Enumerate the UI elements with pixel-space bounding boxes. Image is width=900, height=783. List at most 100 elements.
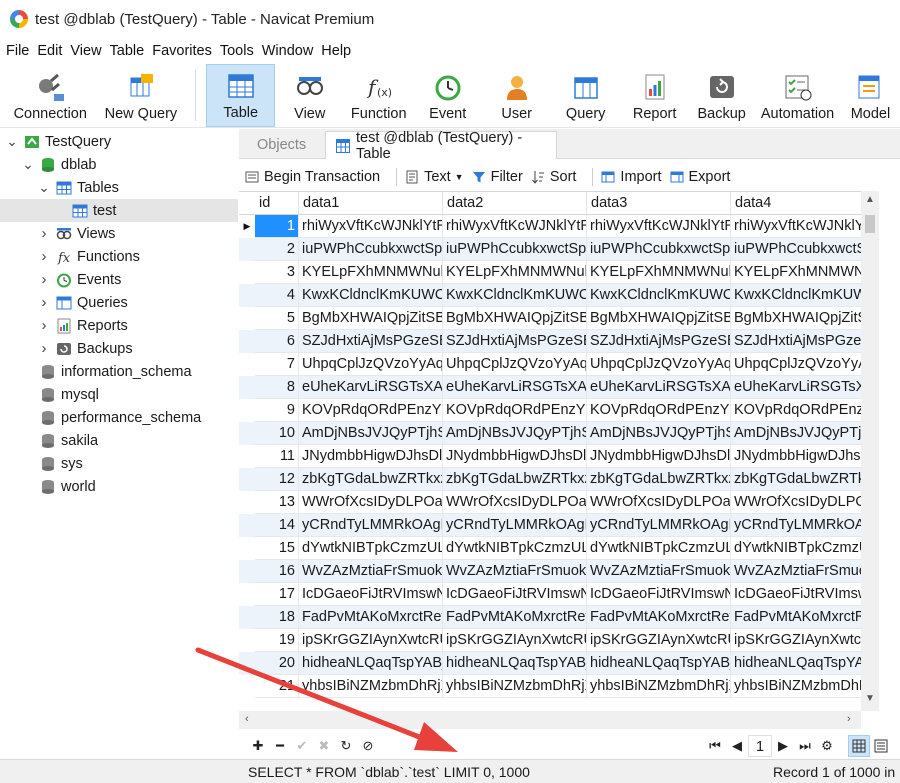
- cell-data2[interactable]: UhpqCplJzQVzoYyAqnr: [443, 353, 587, 376]
- cell-data2[interactable]: dYwtkNIBTpkCzmzULyv: [443, 537, 587, 560]
- toolbar-query-button[interactable]: Query: [551, 64, 620, 127]
- cell-data2[interactable]: KOVpRdqORdPEnzYGC: [443, 399, 587, 422]
- cell-id[interactable]: 15: [255, 537, 299, 560]
- cell-data4[interactable]: BgMbXHWAIQpjZitSBo: [731, 307, 875, 330]
- tree-item-views[interactable]: › Views: [0, 222, 238, 245]
- cell-data2[interactable]: hidheaNLQaqTspYABjl: [443, 652, 587, 675]
- cell-id[interactable]: 5: [255, 307, 299, 330]
- cell-id[interactable]: 1: [255, 215, 299, 238]
- cell-id[interactable]: 10: [255, 422, 299, 445]
- scroll-left-icon[interactable]: ‹: [245, 713, 249, 725]
- cell-data2[interactable]: JNydmbbHigwDJhsDlkd: [443, 445, 587, 468]
- scroll-right-icon[interactable]: ›: [847, 713, 851, 725]
- cell-data4[interactable]: WWrOfXcsIDyDLPOaD: [731, 491, 875, 514]
- cell-data4[interactable]: rhiWyxVftKcWJNklYtRh: [731, 215, 875, 238]
- cell-data3[interactable]: KOVpRdqORdPEnzYGC: [587, 399, 731, 422]
- tree-item-test[interactable]: test: [0, 199, 238, 222]
- cell-id[interactable]: 6: [255, 330, 299, 353]
- cell-data4[interactable]: KYELpFXhMNMWNulhw: [731, 261, 875, 284]
- cell-data1[interactable]: hidheaNLQaqTspYABjl: [299, 652, 443, 675]
- cell-data1[interactable]: FadPvMtAKoMxrctRetz: [299, 606, 443, 629]
- cell-id[interactable]: 17: [255, 583, 299, 606]
- tree-item-information_schema[interactable]: information_schema: [0, 360, 238, 383]
- table-row[interactable]: 3KYELpFXhMNMWNulhwKYELpFXhMNMWNulhwKYELp…: [239, 261, 875, 284]
- cell-data2[interactable]: iuPWPhCcubkxwctSpPW: [443, 238, 587, 261]
- cell-data4[interactable]: iuPWPhCcubkxwctSpPW: [731, 238, 875, 261]
- cell-data2[interactable]: yhbsIBiNZMzbmDhRjXe: [443, 675, 587, 698]
- cell-data1[interactable]: dYwtkNIBTpkCzmzULyv: [299, 537, 443, 560]
- table-row[interactable]: 6 SZJdHxtiAjMsPGzeSEu SZJdHxtiAjMsPGzeSEu S…: [239, 330, 875, 353]
- table-row[interactable]: 7 UhpqCplJzQVzoYyAqnr UhpqCplJzQVzoYyAqnr U…: [239, 353, 875, 376]
- cell-id[interactable]: 11: [255, 445, 299, 468]
- cell-data1[interactable]: IcDGaeoFiJtRVImswNN: [299, 583, 443, 606]
- toolbar-table-button[interactable]: Table: [206, 64, 276, 127]
- toolbar-new-query-button[interactable]: New Query: [97, 64, 186, 127]
- cell-data3[interactable]: IcDGaeoFiJtRVImswNN: [587, 583, 731, 606]
- cell-id[interactable]: 16: [255, 560, 299, 583]
- scroll-down-icon[interactable]: ▼: [864, 693, 876, 704]
- begin-transaction-button[interactable]: Begin Transaction: [245, 169, 380, 185]
- cell-data3[interactable]: rhiWyxVftKcWJNklYtRh: [587, 215, 731, 238]
- toolbar-automation-button[interactable]: Automation: [754, 64, 841, 127]
- cell-data4[interactable]: FadPvMtAKoMxrctRetz: [731, 606, 875, 629]
- cell-data3[interactable]: BgMbXHWAIQpjZitSBo: [587, 307, 731, 330]
- cell-data2[interactable]: KwxKCldnclKmKUWCm: [443, 284, 587, 307]
- cell-id[interactable]: 14: [255, 514, 299, 537]
- tree-item-sys[interactable]: sys: [0, 452, 238, 475]
- cell-id[interactable]: 13: [255, 491, 299, 514]
- menu-file[interactable]: File: [2, 43, 33, 59]
- cell-data3[interactable]: FadPvMtAKoMxrctRetz: [587, 606, 731, 629]
- scroll-up-icon[interactable]: ▲: [864, 194, 876, 205]
- menu-edit[interactable]: Edit: [33, 43, 66, 59]
- text-button[interactable]: Text ▼: [405, 169, 464, 185]
- cell-data3[interactable]: UhpqCplJzQVzoYyAqnr: [587, 353, 731, 376]
- chevron-right-icon[interactable]: ›: [38, 225, 50, 242]
- column-header-data3[interactable]: data3: [587, 192, 731, 215]
- refresh-icon[interactable]: ↻: [335, 735, 357, 757]
- chevron-right-icon[interactable]: ›: [38, 294, 50, 311]
- cell-data4[interactable]: WvZAzMztiaFrSmuoki: [731, 560, 875, 583]
- table-row[interactable]: 14yCRndTyLMMRkOAgEAlyCRndTyLMMRkOAgEAlyC…: [239, 514, 875, 537]
- cell-id[interactable]: 21: [255, 675, 299, 698]
- import-button[interactable]: Import: [601, 169, 662, 185]
- cell-data3[interactable]: hidheaNLQaqTspYABjl: [587, 652, 731, 675]
- cell-data1[interactable]: iuPWPhCcubkxwctSpPW: [299, 238, 443, 261]
- cell-data2[interactable]: zbKgTGdaLbwZRTkxzz: [443, 468, 587, 491]
- cell-id[interactable]: 9: [255, 399, 299, 422]
- cell-data4[interactable]: UhpqCplJzQVzoYyAqnr: [731, 353, 875, 376]
- cell-data2[interactable]: eUheKarvLiRSGTsXAiq: [443, 376, 587, 399]
- menu-table[interactable]: Table: [106, 43, 149, 59]
- export-button[interactable]: Export: [670, 169, 730, 185]
- cell-data4[interactable]: eUheKarvLiRSGTsXAiq: [731, 376, 875, 399]
- cell-data2[interactable]: WvZAzMztiaFrSmuoki: [443, 560, 587, 583]
- table-row[interactable]: 10AmDjNBsJVJQyPTjhSRlAmDjNBsJVJQyPTjhSRl…: [239, 422, 875, 445]
- cell-data1[interactable]: KwxKCldnclKmKUWCm: [299, 284, 443, 307]
- table-row[interactable]: 11 JNydmbbHigwDJhsDlkd JNydmbbHigwDJhsDlkd…: [239, 445, 875, 468]
- cell-data1[interactable]: JNydmbbHigwDJhsDlkd: [299, 445, 443, 468]
- table-row[interactable]: 8 eUheKarvLiRSGTsXAiq eUheKarvLiRSGTsXAiq e…: [239, 376, 875, 399]
- form-view-icon[interactable]: [870, 735, 892, 757]
- menu-favorites[interactable]: Favorites: [148, 43, 216, 59]
- cell-data1[interactable]: UhpqCplJzQVzoYyAqnr: [299, 353, 443, 376]
- tree-item-tables[interactable]: ⌄ Tables: [0, 176, 238, 199]
- tree-item-reports[interactable]: › Reports: [0, 314, 238, 337]
- cell-data1[interactable]: KOVpRdqORdPEnzYGC: [299, 399, 443, 422]
- cell-id[interactable]: 2: [255, 238, 299, 261]
- toolbar-backup-button[interactable]: Backup: [689, 64, 754, 127]
- cell-data1[interactable]: yCRndTyLMMRkOAgEAl: [299, 514, 443, 537]
- tree-item-dblab[interactable]: ⌄ dblab: [0, 153, 238, 176]
- table-row[interactable]: 16 WvZAzMztiaFrSmuoki WvZAzMztiaFrSmuoki Wv…: [239, 560, 875, 583]
- sort-button[interactable]: Sort: [531, 169, 576, 185]
- table-row[interactable]: 21 yhbsIBiNZMzbmDhRjXe yhbsIBiNZMzbmDhRjXe…: [239, 675, 875, 698]
- cell-data3[interactable]: yhbsIBiNZMzbmDhRjXe: [587, 675, 731, 698]
- cell-data2[interactable]: KYELpFXhMNMWNulhw: [443, 261, 587, 284]
- toolbar-event-button[interactable]: Event: [413, 64, 482, 127]
- chevron-right-icon[interactable]: ›: [38, 248, 50, 265]
- column-header-data4[interactable]: data4: [731, 192, 875, 215]
- cell-data1[interactable]: ipSKrGGZIAynXwtcRUH: [299, 629, 443, 652]
- cell-id[interactable]: 19: [255, 629, 299, 652]
- column-header-data1[interactable]: data1: [299, 192, 443, 215]
- cell-data4[interactable]: zbKgTGdaLbwZRTkxzz: [731, 468, 875, 491]
- cell-data2[interactable]: rhiWyxVftKcWJNklYtRh: [443, 215, 587, 238]
- table-row[interactable]: 12 zbKgTGdaLbwZRTkxzz zbKgTGdaLbwZRTkxzz zb…: [239, 468, 875, 491]
